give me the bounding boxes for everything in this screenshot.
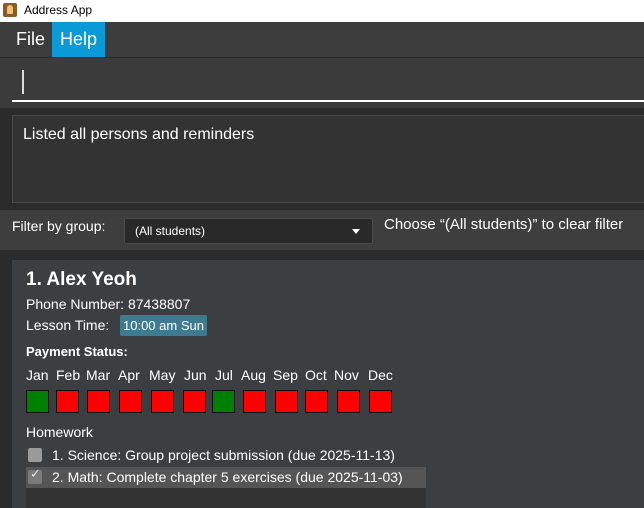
person-phone: Phone Number: 87438807	[26, 296, 191, 312]
command-input[interactable]	[12, 58, 644, 102]
homework-title: Homework	[26, 424, 93, 440]
month-label-jul: Jul	[215, 367, 233, 383]
payment-status-title: Payment Status:	[26, 344, 128, 359]
month-label-jan: Jan	[26, 367, 49, 383]
payment-box-nov	[337, 390, 360, 413]
month-label-mar: Mar	[86, 367, 111, 383]
month-label-aug: Aug	[241, 367, 266, 383]
payment-box-feb	[56, 390, 79, 413]
month-label-feb: Feb	[56, 367, 81, 383]
filter-bar: Filter by group: (All students) Choose “…	[0, 210, 644, 250]
homework-text: 1. Science: Group project submission (du…	[52, 447, 395, 463]
command-box	[0, 58, 644, 108]
month-label-oct: Oct	[305, 367, 327, 383]
text-caret	[22, 70, 24, 94]
lesson-time-badge: 10:00 am Sun	[120, 315, 207, 336]
person-list: 1. Alex Yeoh Phone Number: 87438807 Less…	[0, 250, 644, 508]
homework-item: 1. Science: Group project submission (du…	[26, 445, 426, 466]
payment-box-mar	[87, 390, 110, 413]
homework-checkbox[interactable]	[28, 448, 42, 462]
homework-item: ✓ 2. Math: Complete chapter 5 exercises …	[26, 467, 426, 488]
lesson-time-label: Lesson Time:	[26, 317, 110, 333]
result-display: Listed all persons and reminders	[12, 115, 644, 203]
app-icon	[3, 3, 17, 17]
month-label-may: May	[149, 367, 176, 383]
payment-box-sep	[275, 390, 298, 413]
menu-file[interactable]: File	[8, 22, 53, 57]
person-name: 1. Alex Yeoh	[26, 269, 137, 290]
payment-box-may	[151, 390, 174, 413]
payment-box-jul	[212, 390, 235, 413]
filter-hint: Choose “(All students)” to clear filter	[384, 216, 624, 233]
homework-checkbox[interactable]: ✓	[28, 467, 42, 484]
menu-bar: File Help	[0, 22, 644, 58]
month-label-apr: Apr	[118, 367, 140, 383]
payment-box-jun	[183, 390, 206, 413]
title-bar: Address App	[0, 0, 644, 22]
menu-help[interactable]: Help	[52, 22, 106, 57]
payment-box-apr	[119, 390, 142, 413]
check-icon: ✓	[30, 467, 41, 482]
month-label-sep: Sep	[273, 367, 298, 383]
payment-box-aug	[243, 390, 266, 413]
chevron-down-icon	[352, 229, 360, 234]
window-title: Address App	[24, 3, 93, 17]
payment-box-jan	[26, 390, 49, 413]
result-message: Listed all persons and reminders	[23, 126, 255, 143]
month-label-jun: Jun	[184, 367, 207, 383]
payment-box-oct	[305, 390, 328, 413]
person-card[interactable]: 1. Alex Yeoh Phone Number: 87438807 Less…	[12, 260, 644, 508]
group-filter-dropdown[interactable]: (All students)	[124, 218, 373, 244]
payment-box-dec	[369, 390, 392, 413]
month-label-nov: Nov	[334, 367, 359, 383]
group-filter-value: (All students)	[135, 224, 206, 238]
month-label-dec: Dec	[368, 367, 393, 383]
homework-list-footer	[26, 488, 426, 508]
filter-label: Filter by group:	[12, 218, 106, 234]
homework-text: 2. Math: Complete chapter 5 exercises (d…	[52, 469, 403, 485]
